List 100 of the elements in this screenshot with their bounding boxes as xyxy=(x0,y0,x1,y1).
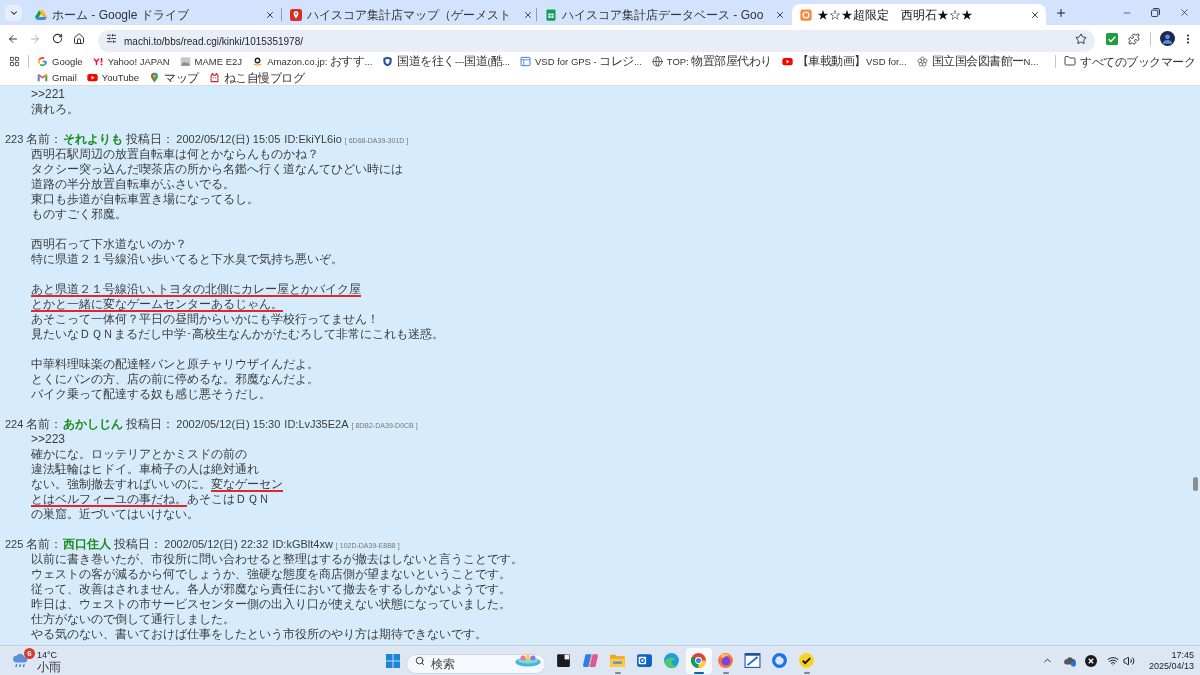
flower-icon xyxy=(916,55,928,67)
temperature-text: 14°C xyxy=(37,648,59,661)
globe-icon xyxy=(651,55,663,67)
poster-id: ID:LvJ35E2A xyxy=(284,417,349,432)
restore-icon xyxy=(1151,8,1160,17)
site-logo-icon xyxy=(800,8,812,21)
browser-tab[interactable]: ハイスコア集計店マップ（ゲーメスト xyxy=(282,4,536,25)
bookmark-link[interactable]: マップ xyxy=(147,69,201,85)
all-bookmarks-button[interactable]: すべてのブックマーク xyxy=(1062,53,1197,69)
weather-condition: 小雨 xyxy=(37,660,61,673)
home-icon xyxy=(73,32,85,45)
shield-icon xyxy=(382,55,394,67)
wave-circle-icon xyxy=(663,652,680,669)
mail-app-icon xyxy=(636,652,653,669)
folder-icon xyxy=(609,652,626,669)
apps-grid-icon xyxy=(8,55,20,67)
map-pin-icon xyxy=(290,8,302,21)
clock-date: 2025/04/13 xyxy=(1148,660,1194,672)
site-info-icon[interactable] xyxy=(106,33,117,44)
speaker-icon[interactable] xyxy=(1122,654,1135,667)
post-number: 225 xyxy=(5,537,24,552)
browser-tab[interactable]: ハイスコア集計店データベース - Goo xyxy=(537,4,791,25)
bookmark-star-icon[interactable] xyxy=(1075,32,1087,45)
mail-icon xyxy=(37,71,48,83)
circle-x-icon[interactable] xyxy=(1084,654,1097,667)
bookmark-link[interactable]: MAME E2J xyxy=(177,53,245,69)
bookmark-link[interactable]: ねこ自慢ブログ xyxy=(206,69,307,85)
browser-logo-icon xyxy=(690,652,707,669)
check-circle-icon xyxy=(798,652,815,669)
post-paragraph: あと県道２１号線沿い､トヨタの北側にカレー屋とかバイク屋 とかと一緒に変なゲームセンターあるじゃん。 あそこって一体何？平日の昼間からいかにも学校行ってません！ 見たいなＤＱＮまるだし中学･高校生なんかがたむろして非常にこれも迷惑。 xyxy=(31,282,444,342)
poster-id: ID:EkiYL6io xyxy=(284,132,342,147)
post-paragraph: >>221 潰れろ。 xyxy=(31,87,79,117)
close-icon xyxy=(1179,7,1190,18)
window-icon xyxy=(520,55,531,67)
avatar-icon xyxy=(1159,31,1175,46)
browser-tab[interactable]: ホーム - Google ドライブ xyxy=(27,4,281,25)
browser-tab[interactable]: ★☆★超限定 西明石★☆★ xyxy=(792,4,1046,25)
cloud-icon[interactable] xyxy=(1062,654,1077,667)
bookmark-link[interactable]: TOP: 物置部屋代わり xyxy=(649,53,774,69)
bookmark-link[interactable]: Google xyxy=(35,53,85,69)
cat-icon xyxy=(208,71,220,83)
ring-icon xyxy=(771,652,788,669)
check-square-icon xyxy=(1106,32,1118,45)
bookmark-link[interactable]: 国立国会図書館ーN... xyxy=(914,53,1041,69)
post-paragraph: 中華料理味楽の配達軽バンと原チャリウザイんだよ。 とくにバンの方、店の前に停めるな。邪魔なんだよ。 バイク乗って配達する奴も感じ悪そうだし。 xyxy=(31,357,319,402)
notification-badge: 6 xyxy=(24,648,35,659)
post-paragraph: 西明石って下水道ないのか？ 特に県道２１号線沿い歩いてると下水臭で気持ち悪いぞ。 xyxy=(31,237,343,267)
date-label: 投稿日： xyxy=(114,537,163,552)
bookmark-link[interactable]: Gmail xyxy=(35,69,79,85)
name-label: 名前： xyxy=(26,417,63,432)
post-date: 2002/05/12(日) 22:32 xyxy=(164,537,269,552)
folder-icon xyxy=(1064,55,1076,67)
close-icon xyxy=(265,9,275,20)
poster-name: あかしじん xyxy=(63,417,124,432)
search-icon xyxy=(414,655,425,666)
bookmark-link[interactable]: YouTube xyxy=(84,69,142,85)
bookmark-link[interactable]: VSD for GPS - コレジ... xyxy=(518,53,644,69)
flame-globe-icon xyxy=(717,652,734,669)
poster-id: ID:kGBlt4xw xyxy=(272,537,333,552)
canvas-app-icon xyxy=(744,652,761,669)
reload-icon xyxy=(51,33,63,44)
bookmark-link[interactable]: 【車載動画】VSD for... xyxy=(779,53,909,69)
wifi-icon[interactable] xyxy=(1106,654,1119,667)
address-field[interactable]: machi.to/bbs/read.cgi/kinki/1015351978/ xyxy=(98,30,1095,52)
name-label: 名前： xyxy=(26,132,63,147)
play-icon xyxy=(86,71,98,83)
close-icon xyxy=(523,9,533,20)
start-logo-icon xyxy=(385,653,400,668)
map-pin-icon xyxy=(149,71,161,83)
clock-time: 17:45 xyxy=(1171,649,1194,661)
y-mark-icon xyxy=(92,55,104,67)
post-number: 224 xyxy=(5,417,24,432)
close-icon xyxy=(1030,9,1040,20)
puzzle-icon xyxy=(1128,32,1140,45)
g-logo-icon xyxy=(37,55,48,67)
bookmark-link[interactable]: Yahoo! JAPAN xyxy=(90,53,172,69)
scrollbar-thumb[interactable] xyxy=(1192,477,1198,491)
bookmark-link[interactable]: Amazon.co.jp: おすす... xyxy=(250,53,375,69)
post-paragraph: >>223 確かにな。ロッテリアとかミスドの前の 違法駐輪はヒドイ。車椅子の人は絶対通れ ない。強制撤去すればいいのに。変なゲーセン とはベルフィーユの事だね。あそこはＤＱＮ の巣窟。近づいてはいけない。 xyxy=(31,432,283,522)
date-label: 投稿日： xyxy=(126,417,175,432)
post-date: 2002/05/12(日) 15:30 xyxy=(176,417,281,432)
search-field[interactable]: 検索 xyxy=(405,653,546,674)
bookmark-link[interactable]: 国道を往く---国道(酷... xyxy=(380,53,512,69)
date-label: 投稿日： xyxy=(126,132,175,147)
name-label: 名前： xyxy=(26,537,63,552)
swirl-icon xyxy=(582,652,599,669)
triangle-logo-icon xyxy=(35,8,47,21)
plus-icon xyxy=(1055,6,1067,19)
highlight-picture-icon xyxy=(514,654,541,667)
play-icon xyxy=(781,55,793,67)
post-paragraph: 以前に書き巻いたが、市役所に問い合わせると整理はするが撤去はしないと言うことです。 ウェストの客が減るから何でしょうか、強硬な態度を商店側が望まないということです。 従って、改善はされません。各人が邪魔なら責任において撤去をするしかないようです。 昨日は、ウェストの市サービスセンター側の出入り口が使えない状態になっていました。 仕方がないので倒して通行しました。 やる気のない、書いておけば仕事をしたという市役所のやり方は期待できないです。 xyxy=(31,552,523,642)
spreadsheet-icon xyxy=(545,8,557,21)
close-icon xyxy=(775,9,786,20)
poster-name: それよりも xyxy=(63,132,124,147)
rain-cloud-icon[interactable] xyxy=(12,653,29,668)
image-icon xyxy=(179,55,191,67)
post-number: 223 xyxy=(5,132,24,147)
task-view-icon xyxy=(555,652,572,669)
poster-name: 西口住人 xyxy=(63,537,112,552)
post-paragraph: 西明石駅周辺の放置自転車は何とかならんものかね？ タクシー突っ込んだ喫茶店の所から名鑑へ行く道なんてひどい時には 道路の半分放置自転車がふさいでる。 東口も歩道が自転車置き場になってるし。 ものすごく邪魔。 xyxy=(31,147,403,222)
